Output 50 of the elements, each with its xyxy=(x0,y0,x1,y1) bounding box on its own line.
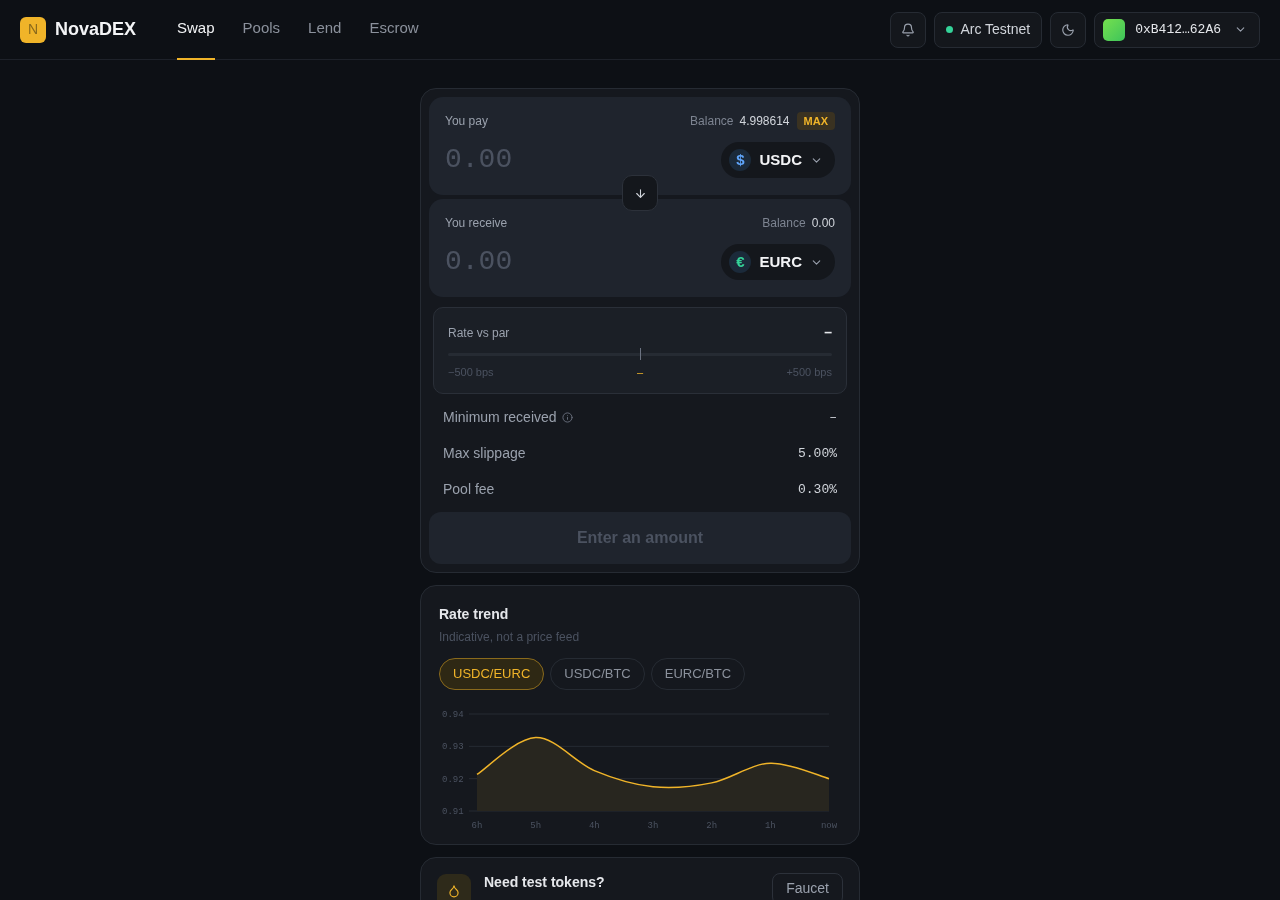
y-tick-label: 0.93 xyxy=(442,741,464,752)
rate-label: Rate vs par xyxy=(448,324,510,342)
nav-tab[interactable]: Pools xyxy=(242,0,281,60)
notifications-button[interactable] xyxy=(890,11,927,48)
x-tick-label: 5h xyxy=(530,820,542,831)
info-icon xyxy=(561,412,573,423)
range-max: +500 bps xyxy=(786,365,832,380)
faucet-button[interactable]: Faucet xyxy=(772,872,843,900)
nav-tab[interactable]: Escrow xyxy=(369,0,419,60)
detail-label: Minimum received xyxy=(443,408,557,427)
detail-value: 0.30% xyxy=(798,480,837,499)
arrow-down-icon xyxy=(633,186,647,200)
theme-button[interactable] xyxy=(1050,11,1087,48)
balance-value: 4.998614 xyxy=(739,113,790,130)
balance-value: 0.00 xyxy=(811,215,835,232)
balance-label: Balance xyxy=(762,215,806,232)
y-tick-label: 0.91 xyxy=(442,806,464,817)
brand-name: NovaDEX xyxy=(55,18,137,41)
nav-tab[interactable]: Swap xyxy=(177,0,215,60)
max-button[interactable]: MAX xyxy=(796,111,835,131)
range-center: – xyxy=(636,365,644,380)
y-tick-label: 0.92 xyxy=(442,774,464,785)
x-tick-label: 4h xyxy=(588,820,600,831)
x-tick-label: 1h xyxy=(764,820,776,831)
card-title: Rate trend xyxy=(439,604,510,624)
x-tick-label: 2h xyxy=(706,820,718,831)
wallet-button[interactable]: 0xB412…62A6 xyxy=(1094,11,1260,48)
moon-icon xyxy=(1061,22,1076,37)
currency-symbol: $ xyxy=(736,152,745,168)
card-subtitle: Indicative, not a price feed xyxy=(439,628,581,646)
faucet-title: Need test tokens? xyxy=(484,872,606,891)
bell-icon xyxy=(901,22,916,37)
balance-label: Balance xyxy=(690,113,734,130)
panel-label: You receive xyxy=(445,215,508,232)
y-tick-label: 0.94 xyxy=(442,709,464,720)
detail-value: 5.00% xyxy=(798,444,837,463)
token-selector[interactable]: € EURC xyxy=(721,244,835,280)
panel-label: You pay xyxy=(445,113,488,130)
detail-value: – xyxy=(829,408,837,427)
network-button[interactable]: Arc Testnet xyxy=(934,11,1043,48)
pair-chip[interactable]: USDC/EURC xyxy=(439,657,545,690)
detail-label: Pool fee xyxy=(443,480,495,499)
rate-value: – xyxy=(824,323,832,342)
detail-label: Max slippage xyxy=(443,444,526,463)
logo-badge: N xyxy=(20,16,46,43)
nav-tab[interactable]: Lend xyxy=(308,0,342,60)
token-selector[interactable]: $ USDC xyxy=(721,142,835,178)
wallet-avatar xyxy=(1103,18,1126,41)
currency-symbol: € xyxy=(736,254,745,270)
droplet-icon xyxy=(447,883,461,898)
